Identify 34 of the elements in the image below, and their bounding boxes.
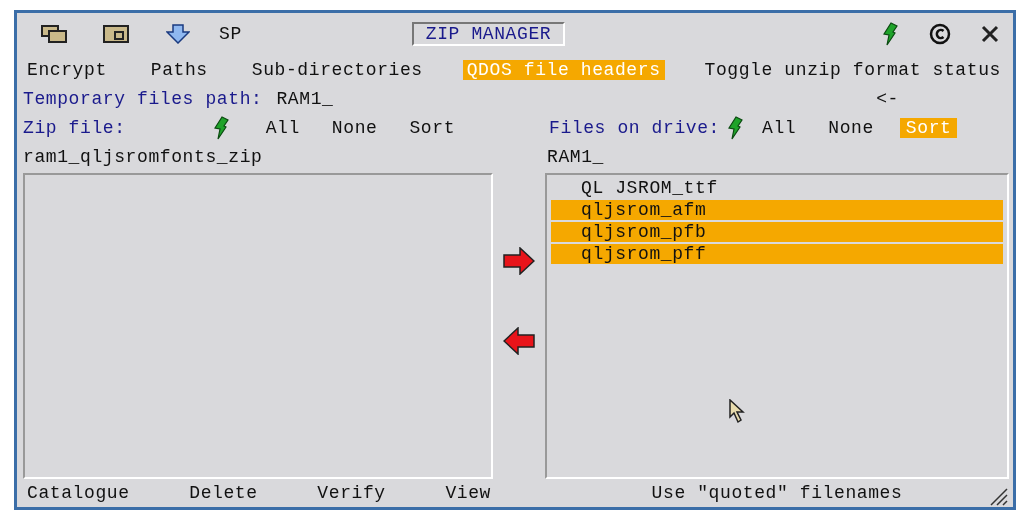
action-button[interactable]: Use "quoted" filenames [651, 483, 903, 503]
field-label: Temporary files path: [23, 89, 263, 109]
file-item[interactable]: qljsrom_afm [551, 200, 1003, 220]
path-value[interactable]: RAM1_ [276, 89, 334, 109]
list-action[interactable]: Sort [403, 118, 462, 138]
menu-item[interactable]: Toggle unzip format status [700, 60, 1005, 80]
copyright-icon[interactable] [929, 23, 951, 45]
action-button[interactable]: Catalogue [27, 483, 130, 503]
toolbar-button[interactable]: SP [209, 24, 252, 44]
file-item[interactable]: qljsrom_pff [551, 244, 1003, 264]
action-button[interactable]: Delete [189, 483, 258, 503]
list-action[interactable]: None [325, 118, 384, 138]
back-button[interactable]: <- [876, 89, 899, 109]
list-action[interactable]: None [822, 118, 880, 138]
menu-item[interactable]: Sub-directories [247, 60, 427, 80]
file-item[interactable]: QL JSROM_ttf [551, 178, 1003, 198]
close-icon[interactable] [981, 25, 999, 43]
window-title: ZIP MANAGER [411, 22, 566, 46]
zip-path: ram1_qljsromfonts_zip [23, 147, 264, 167]
action-button[interactable]: Verify [317, 483, 386, 503]
list-action[interactable]: All [756, 118, 803, 138]
window-icon[interactable] [103, 25, 129, 43]
panel-label: Files on drive: [549, 118, 721, 138]
windows-icon[interactable] [41, 25, 67, 43]
action-button[interactable]: View [445, 483, 491, 503]
menu-item[interactable]: Paths [146, 60, 212, 80]
left-arrow-icon[interactable] [503, 327, 535, 355]
drive-path: RAM1_ [547, 147, 605, 167]
menu-item[interactable]: Encrypt [23, 60, 111, 80]
list-action[interactable]: All [259, 118, 306, 138]
right-arrow-icon[interactable] [503, 247, 535, 275]
panel-label: Zip file: [23, 118, 126, 138]
file-item[interactable]: qljsrom_pfb [551, 222, 1003, 242]
down-arrow-icon[interactable] [166, 24, 190, 44]
